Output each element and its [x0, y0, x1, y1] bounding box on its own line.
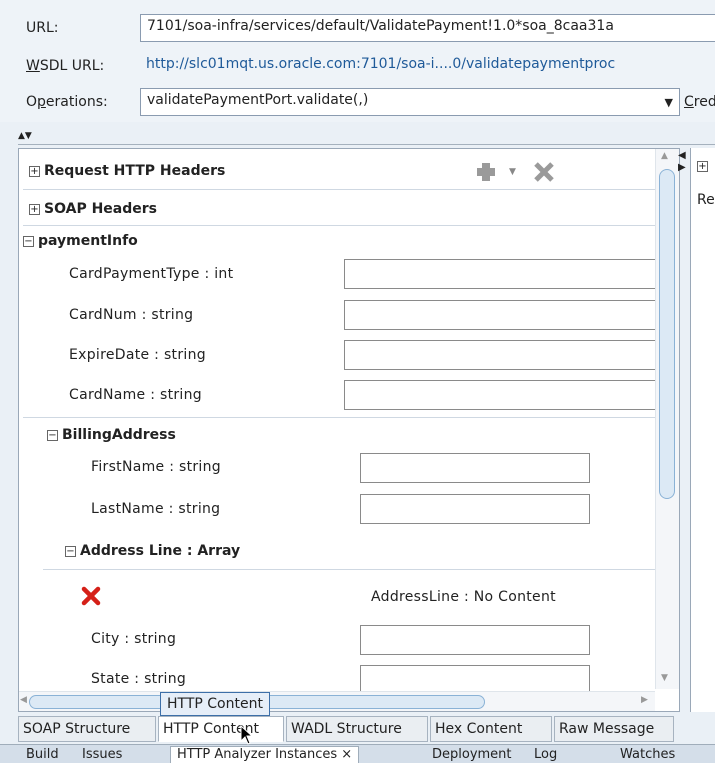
billing-address-node[interactable]: − BillingAddress [47, 427, 176, 443]
request-structure-panel: + Request HTTP Headers ▼ + SOAP Headers − p… [18, 148, 680, 712]
scroll-left-icon[interactable]: ◀ [20, 695, 27, 705]
tab-wadl-structure[interactable]: WADL Structure [286, 716, 428, 742]
address-line-node[interactable]: − Address Line : Array [65, 543, 240, 559]
divider [23, 189, 655, 190]
mouse-pointer-icon [240, 725, 254, 745]
tab-http-content[interactable]: HTTP Content [158, 716, 284, 742]
delete-icon[interactable] [533, 161, 555, 183]
address-line-empty-text: AddressLine : No Content [371, 589, 556, 605]
city-input[interactable] [360, 625, 590, 655]
card-num-input[interactable] [344, 300, 664, 330]
divider [23, 225, 655, 226]
horizontal-scrollbar[interactable]: ◀ ▶ [19, 691, 655, 711]
chevron-down-icon[interactable]: ▼ [509, 167, 516, 177]
tab-log[interactable]: Log [534, 747, 557, 762]
collapse-icon[interactable]: − [23, 236, 34, 247]
collapse-icon[interactable]: − [65, 546, 76, 557]
tooltip: HTTP Content [160, 692, 270, 716]
tab-issues[interactable]: Issues [82, 747, 122, 762]
response-label: Re [697, 192, 715, 208]
chevron-down-icon: ▼ [664, 96, 673, 109]
add-icon[interactable] [475, 161, 497, 183]
expire-date-label: ExpireDate : string [69, 347, 206, 363]
city-label: City : string [91, 631, 177, 647]
divider [43, 569, 655, 570]
soap-headers-node[interactable]: + SOAP Headers [29, 201, 157, 217]
card-payment-type-label: CardPaymentType : int [69, 266, 234, 282]
first-name-input[interactable] [360, 453, 590, 483]
operations-value: validatePaymentPort.validate(,) [147, 92, 369, 108]
request-http-headers-node[interactable]: + Request HTTP Headers [29, 163, 225, 179]
tab-deployment[interactable]: Deployment [432, 747, 512, 762]
expire-date-input[interactable] [344, 340, 664, 370]
scroll-right-icon[interactable]: ▶ [641, 695, 648, 705]
state-label: State : string [91, 671, 187, 687]
card-name-label: CardName : string [69, 387, 202, 403]
expand-icon[interactable]: + [29, 166, 40, 177]
wsdl-url-link[interactable]: http://slc01mqt.us.oracle.com:7101/soa-i… [146, 56, 615, 72]
operations-row: Operations: validatePaymentPort.validate… [0, 88, 715, 118]
splitter-arrows-icon[interactable]: ▲▼ [18, 132, 32, 141]
tab-soap-structure[interactable]: SOAP Structure [18, 716, 156, 742]
card-payment-type-input[interactable] [344, 259, 664, 289]
tab-hex-content[interactable]: Hex Content [430, 716, 552, 742]
scroll-up-icon[interactable]: ▲ [661, 151, 668, 161]
last-name-label: LastName : string [91, 501, 221, 517]
collapse-icon[interactable]: − [47, 430, 58, 441]
tab-watches[interactable]: Watches [620, 747, 675, 762]
credentials-label[interactable]: Credent [684, 94, 715, 110]
response-panel: + Re [690, 148, 715, 712]
payment-info-node[interactable]: − paymentInfo [23, 233, 138, 249]
vertical-scroll-thumb[interactable] [659, 169, 675, 499]
request-form: URL: 7101/soa-infra/services/default/Val… [0, 0, 715, 122]
tab-build[interactable]: Build [26, 747, 59, 762]
wsdl-url-label: WSDL URL: [26, 58, 105, 74]
tab-http-analyzer-instances[interactable]: HTTP Analyzer Instances × [170, 746, 360, 763]
operations-dropdown[interactable]: validatePaymentPort.validate(,) ▼ [140, 88, 680, 116]
url-input[interactable]: 7101/soa-infra/services/default/Validate… [140, 14, 715, 42]
response-node[interactable]: + [697, 158, 712, 174]
expand-icon[interactable]: + [29, 204, 40, 215]
bottom-panel-tabs: Build Issues HTTP Analyzer Instances × D… [0, 744, 715, 763]
scroll-down-icon[interactable]: ▼ [661, 673, 668, 683]
card-name-input[interactable] [344, 380, 664, 410]
wsdl-row: WSDL URL: http://slc01mqt.us.oracle.com:… [0, 52, 715, 82]
divider [23, 417, 655, 418]
url-row: URL: 7101/soa-infra/services/default/Val… [0, 12, 715, 42]
expand-icon[interactable]: + [697, 161, 708, 172]
url-label: URL: [26, 20, 59, 36]
tab-raw-message[interactable]: Raw Message [554, 716, 674, 742]
split-arrows-icon[interactable]: ◀ ▶ [678, 150, 686, 174]
operations-label: Operations: [26, 94, 108, 110]
card-num-label: CardNum : string [69, 307, 194, 323]
last-name-input[interactable] [360, 494, 590, 524]
http-analyzer-window: URL: 7101/soa-infra/services/default/Val… [0, 0, 715, 763]
remove-icon[interactable] [81, 586, 101, 606]
divider [18, 144, 715, 145]
first-name-label: FirstName : string [91, 459, 221, 475]
